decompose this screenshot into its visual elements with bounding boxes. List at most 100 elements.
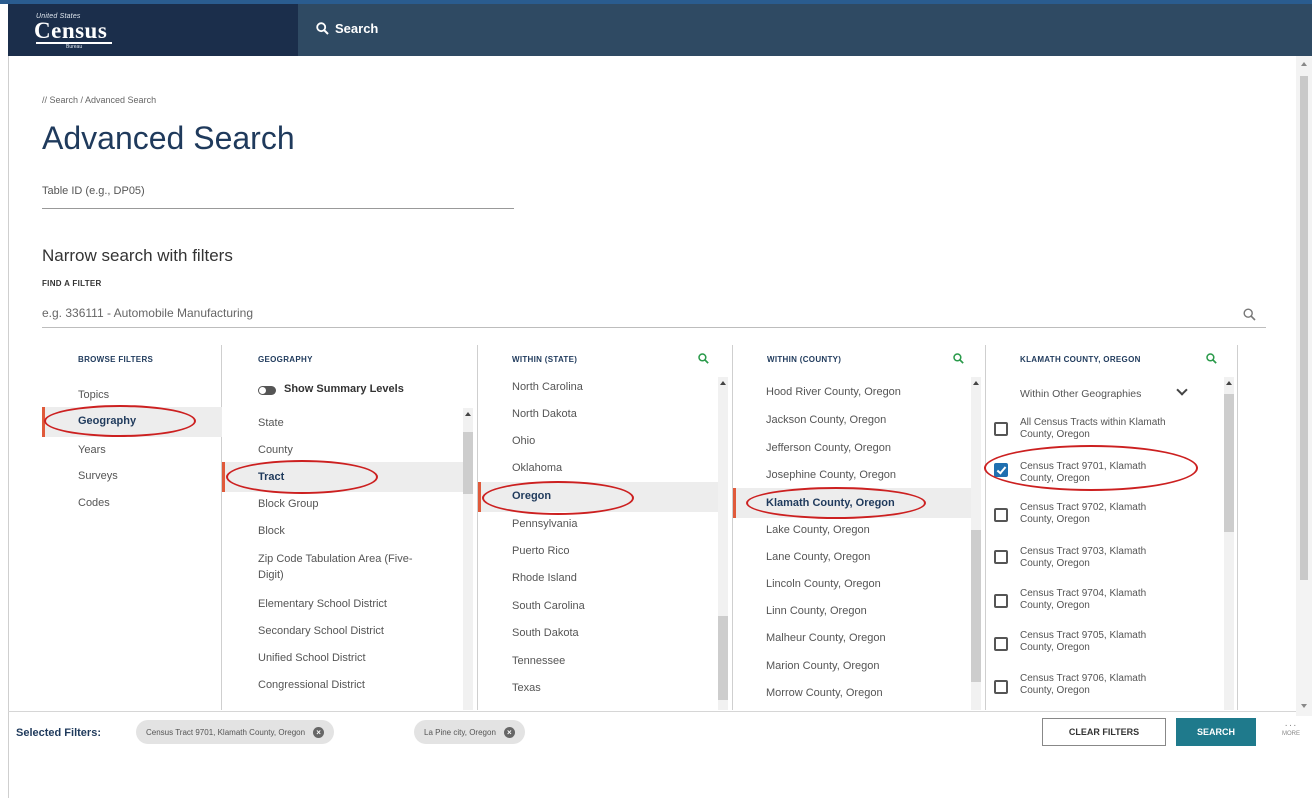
header-search-button[interactable]: Search [316, 21, 378, 36]
page-scrollbar-thumb[interactable] [1300, 76, 1308, 580]
county-item[interactable]: Lincoln County, Oregon [766, 578, 881, 590]
state-selected-bar [478, 482, 481, 512]
state-scroll-thumb[interactable] [718, 616, 728, 700]
summary-levels-toggle[interactable] [258, 386, 276, 395]
find-filter-input[interactable]: e.g. 336111 - Automobile Manufacturing [42, 306, 1266, 328]
table-id-input[interactable]: Table ID (e.g., DP05) [42, 185, 514, 209]
search-icon[interactable] [953, 353, 964, 364]
scroll-down-icon[interactable] [1301, 704, 1307, 708]
geo-item-unified[interactable]: Unified School District [258, 652, 366, 664]
tract-checkbox[interactable] [994, 422, 1008, 436]
county-item[interactable]: Lake County, Oregon [766, 524, 870, 536]
page-title: Advanced Search [42, 120, 295, 156]
state-item[interactable]: South Carolina [512, 600, 585, 612]
tract-option-selected[interactable]: Census Tract 9701, Klamath County, Orego… [1020, 461, 1220, 485]
remove-chip-icon[interactable]: × [503, 726, 515, 738]
tract-checkbox-checked[interactable] [994, 463, 1008, 477]
state-item[interactable]: Rhode Island [512, 572, 577, 584]
state-item[interactable]: Ohio [512, 435, 535, 447]
county-item-klamath[interactable]: Klamath County, Oregon [766, 497, 895, 509]
check-icon [996, 464, 1007, 475]
summary-levels-label[interactable]: Show Summary Levels [284, 383, 404, 395]
tract-line2: County, Oregon [1020, 685, 1090, 696]
county-item[interactable]: Josephine County, Oregon [766, 469, 896, 481]
tract-line1: Census Tract 9706, Klamath [1020, 673, 1147, 684]
county-item[interactable]: Malheur County, Oregon [766, 632, 886, 644]
geo-item-block[interactable]: Block [258, 525, 285, 537]
logo-bureau-text: Bureau [66, 44, 83, 50]
geo-item-tract[interactable]: Tract [258, 471, 284, 483]
county-item[interactable]: Marion County, Oregon [766, 660, 880, 672]
browse-item-surveys[interactable]: Surveys [78, 470, 118, 482]
county-item[interactable]: Jackson County, Oregon [766, 414, 886, 426]
state-item[interactable]: South Dakota [512, 627, 579, 639]
tract-option[interactable]: Census Tract 9703, Klamath County, Orego… [1020, 546, 1220, 570]
tract-option[interactable]: Census Tract 9704, Klamath County, Orego… [1020, 588, 1220, 612]
remove-chip-icon[interactable]: × [313, 726, 325, 738]
geography-header: GEOGRAPHY [258, 355, 313, 364]
search-button[interactable]: SEARCH [1176, 718, 1256, 746]
scroll-up-icon[interactable] [1301, 62, 1307, 66]
tract-option[interactable]: Census Tract 9705, Klamath County, Orego… [1020, 630, 1220, 654]
county-item[interactable]: Jefferson County, Oregon [766, 442, 891, 454]
geo-item-county[interactable]: County [258, 444, 293, 456]
tract-option[interactable]: Census Tract 9706, Klamath County, Orego… [1020, 673, 1220, 697]
tract-option[interactable]: All Census Tracts within Klamath County,… [1020, 417, 1220, 441]
footer-divider [8, 711, 1296, 712]
browse-item-years[interactable]: Years [78, 444, 106, 456]
toggle-knob [259, 387, 266, 394]
search-icon[interactable] [1206, 353, 1217, 364]
geo-item-congressional[interactable]: Congressional District [258, 679, 365, 691]
breadcrumb[interactable]: // Search / Advanced Search [42, 95, 156, 105]
tract-checkbox[interactable] [994, 508, 1008, 522]
klamath-scroll-up-icon[interactable] [1226, 381, 1232, 385]
census-logo[interactable]: United States Census Bureau [8, 4, 298, 56]
more-dots-icon: ··· [1284, 720, 1298, 731]
geo-item-secondary[interactable]: Secondary School District [258, 625, 384, 637]
geo-item-block-group[interactable]: Block Group [258, 498, 319, 510]
browse-item-codes[interactable]: Codes [78, 497, 110, 509]
tract-line1: All Census Tracts within Klamath [1020, 417, 1166, 428]
state-item[interactable]: North Carolina [512, 381, 583, 393]
search-icon[interactable] [698, 353, 709, 364]
state-item[interactable]: Texas [512, 682, 541, 694]
county-item[interactable]: Hood River County, Oregon [766, 386, 901, 398]
logo-main-text: Census [34, 18, 108, 43]
filter-chip-label: La Pine city, Oregon [424, 727, 496, 737]
filter-chip[interactable]: La Pine city, Oregon × [414, 720, 525, 744]
browse-item-topics[interactable]: Topics [78, 389, 109, 401]
narrow-search-heading: Narrow search with filters [42, 246, 233, 265]
tract-checkbox[interactable] [994, 594, 1008, 608]
tract-option[interactable]: Census Tract 9702, Klamath County, Orego… [1020, 502, 1220, 526]
state-item[interactable]: Oklahoma [512, 462, 562, 474]
state-item[interactable]: Pennsylvania [512, 518, 577, 530]
county-item[interactable]: Lane County, Oregon [766, 551, 870, 563]
klamath-scroll-thumb[interactable] [1224, 394, 1234, 532]
filter-chip[interactable]: Census Tract 9701, Klamath County, Orego… [136, 720, 335, 744]
county-scroll-up-icon[interactable] [973, 381, 979, 385]
county-selected-bar [733, 488, 736, 518]
state-scroll-up-icon[interactable] [720, 381, 726, 385]
clear-filters-button[interactable]: CLEAR FILTERS [1042, 718, 1166, 746]
tract-checkbox[interactable] [994, 550, 1008, 564]
geography-scroll-up-icon[interactable] [465, 412, 471, 416]
within-other-geographies[interactable]: Within Other Geographies [1020, 388, 1141, 400]
county-item[interactable]: Morrow County, Oregon [766, 687, 883, 699]
state-item[interactable]: Puerto Rico [512, 545, 569, 557]
geo-item-state[interactable]: State [258, 417, 284, 429]
tract-checkbox[interactable] [994, 680, 1008, 694]
search-icon[interactable] [1243, 308, 1256, 321]
find-filter-label: FIND A FILTER [42, 279, 102, 288]
state-item-oregon[interactable]: Oregon [512, 490, 551, 502]
browse-item-geography[interactable]: Geography [78, 415, 136, 427]
county-scroll-thumb[interactable] [971, 530, 981, 682]
state-item[interactable]: Tennessee [512, 655, 565, 667]
tract-checkbox[interactable] [994, 637, 1008, 651]
county-item[interactable]: Linn County, Oregon [766, 605, 867, 617]
geo-item-zcta[interactable]: Zip Code Tabulation Area (Five- [258, 553, 413, 565]
more-button[interactable]: ··· MORE [1276, 720, 1306, 738]
state-item[interactable]: North Dakota [512, 408, 577, 420]
geo-item-elementary[interactable]: Elementary School District [258, 598, 387, 610]
geography-scroll-thumb[interactable] [463, 432, 473, 494]
tract-line2: County, Oregon [1020, 600, 1090, 611]
